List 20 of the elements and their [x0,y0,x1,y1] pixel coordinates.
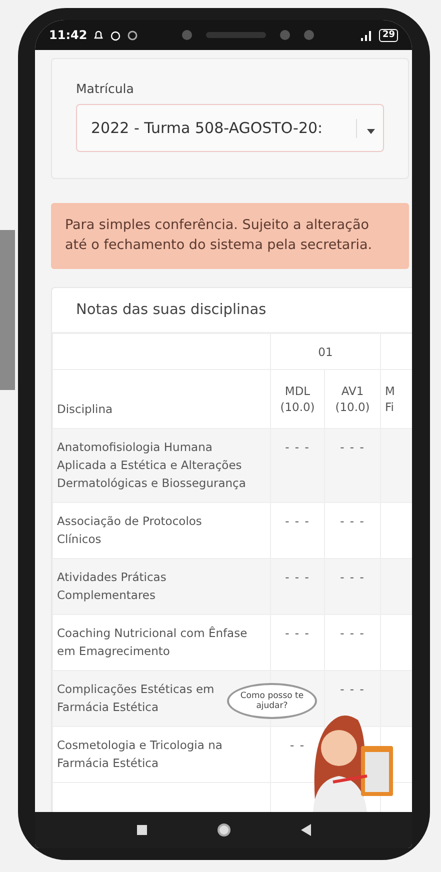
back-icon[interactable] [300,824,310,836]
table-cell: Cosmetologia e Tricologia na Farmácia Estética [52,726,270,782]
notice-message: Para simples conferência. Sujeito a alteração até o fechamento do sistema pela secretaria. [51,203,409,269]
circle-icon [127,30,138,40]
battery-level: 29 [379,28,398,42]
grades-title: Notas das suas disciplinas [52,288,412,333]
status-time: 11:42 [49,28,88,42]
table-cell: - - - [324,558,380,614]
enrollment-select[interactable]: 2022 - Turma 508-AGOSTO-20: [76,104,384,152]
table-cell: - - - [270,428,324,502]
table-cell: Anatomofisiologia Humana Aplicada a Estética e Alterações Dermatológicas e Biossegurança [52,428,270,502]
home-icon[interactable] [216,823,230,837]
recents-icon[interactable] [136,825,146,835]
table-cell: - - - [270,558,324,614]
table-header: 01 [270,334,380,370]
enrollment-label: Matrícula [76,81,135,96]
notification-icon [93,30,104,40]
table-cell: Atividades Práticas Complementares [52,558,270,614]
table-cell: - - - [324,428,380,502]
caret-icon [367,128,375,134]
